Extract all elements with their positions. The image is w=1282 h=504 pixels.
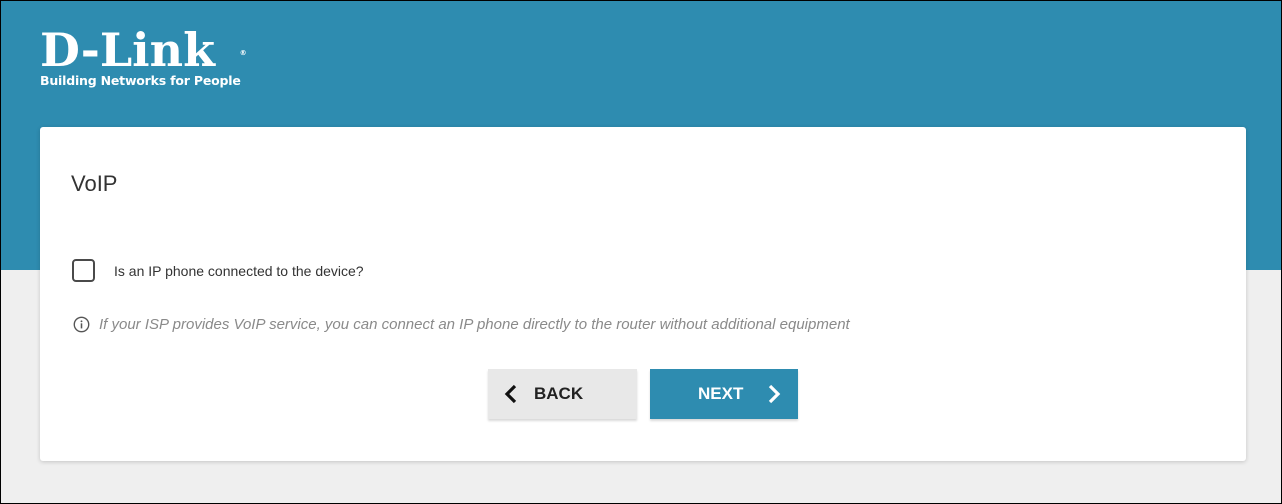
registered-mark: ® xyxy=(239,49,247,57)
back-button[interactable]: BACK xyxy=(488,369,637,419)
chevron-right-icon xyxy=(769,384,781,404)
ip-phone-label[interactable]: Is an IP phone connected to the device? xyxy=(114,263,364,279)
ip-phone-option: Is an IP phone connected to the device? xyxy=(72,259,364,282)
dlink-logo: D-Link ® Building Networks for People xyxy=(40,23,247,88)
next-button-label: NEXT xyxy=(698,384,744,403)
next-button[interactable]: NEXT xyxy=(650,369,798,419)
back-button-label: BACK xyxy=(534,384,584,403)
logo-wordmark: D-Link ® xyxy=(40,23,247,77)
ip-phone-checkbox[interactable] xyxy=(72,259,95,282)
info-hint: If your ISP provides VoIP service, you c… xyxy=(73,316,850,333)
chevron-left-icon xyxy=(504,384,517,404)
voip-card: VoIP Is an IP phone connected to the dev… xyxy=(40,127,1246,461)
app-window: D-Link ® Building Networks for People VoI… xyxy=(0,0,1282,504)
info-text: If your ISP provides VoIP service, you c… xyxy=(99,316,850,333)
page-title: VoIP xyxy=(71,171,118,196)
info-circle-icon xyxy=(73,316,90,333)
